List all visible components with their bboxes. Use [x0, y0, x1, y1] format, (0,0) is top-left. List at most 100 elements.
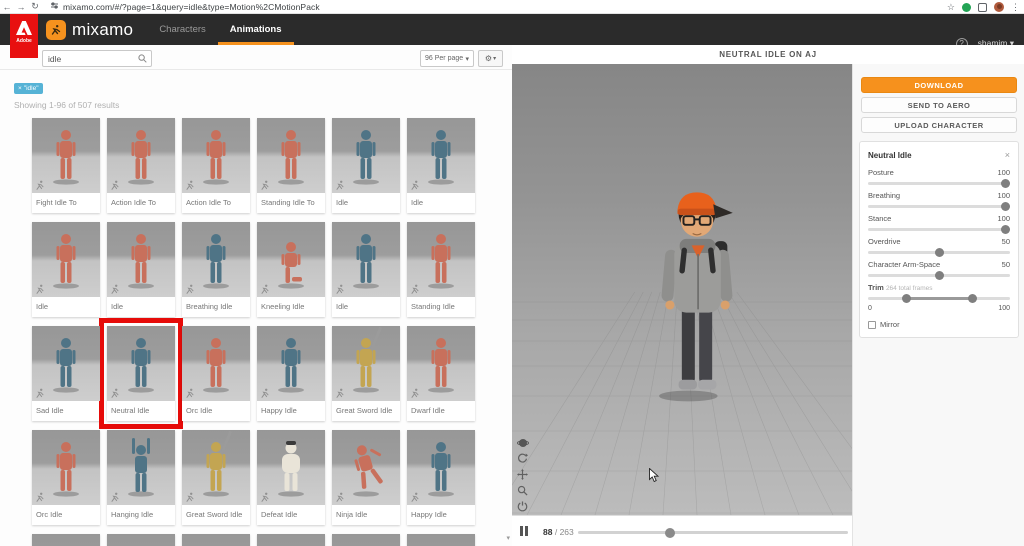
animation-card[interactable]: Defeat Idle [257, 430, 325, 525]
animation-thumbnail [257, 534, 325, 546]
animation-card[interactable]: Kneeling Idle [257, 222, 325, 317]
animation-card[interactable]: Sad Idle [32, 326, 100, 421]
animation-thumbnail [332, 222, 400, 297]
animation-card[interactable]: Orc Idle [182, 326, 250, 421]
back-icon[interactable]: ← [0, 2, 14, 12]
animation-card[interactable]: Breathing Idle [182, 222, 250, 317]
animation-card[interactable]: Hanging Idle [107, 430, 175, 525]
animation-card-partial[interactable] [257, 534, 325, 546]
trim-track[interactable] [868, 297, 1010, 300]
slider-handle[interactable] [1001, 225, 1010, 234]
animation-card[interactable]: Fight Idle To [32, 118, 100, 213]
animation-card-label: Hanging Idle [107, 505, 175, 525]
browser-menu-icon[interactable]: ⋮ [1011, 2, 1020, 13]
filter-tag-idle[interactable]: × "idle" [14, 83, 43, 94]
animation-card[interactable]: Happy Idle [257, 326, 325, 421]
download-button[interactable]: DOWNLOAD [861, 77, 1017, 93]
main-nav: Characters Animations [147, 14, 293, 45]
animation-card-partial[interactable] [332, 534, 400, 546]
animation-card[interactable]: Dwarf Idle [407, 326, 475, 421]
animation-card[interactable]: Great Sword Idle [332, 326, 400, 421]
animation-card-partial[interactable] [407, 534, 475, 546]
animation-thumbnail [107, 534, 175, 546]
timeline-handle[interactable] [665, 528, 675, 538]
mirror-option[interactable]: Mirror [868, 320, 1010, 329]
animation-card-label: Action Idle To [182, 193, 250, 213]
close-icon: × [18, 85, 22, 92]
animation-card-partial[interactable] [182, 534, 250, 546]
animation-card[interactable]: Standing Idle [407, 222, 475, 317]
slider-track[interactable] [868, 205, 1010, 208]
slider-handle[interactable] [1001, 202, 1010, 211]
mixamo-logo[interactable]: mixamo [46, 20, 133, 40]
animation-thumbnail [332, 118, 400, 193]
reset-camera-icon[interactable] [516, 500, 529, 513]
animation-thumbnail [407, 326, 475, 401]
rotate-icon[interactable] [516, 452, 529, 465]
animation-card[interactable]: Happy Idle [407, 430, 475, 525]
forward-icon[interactable]: → [14, 2, 28, 12]
trim-start-handle[interactable] [902, 294, 911, 303]
slider-handle[interactable] [935, 271, 944, 280]
trim-slider-row: Trim 264 total frames 0 100 [868, 283, 1010, 312]
animation-card-label: Kneeling Idle [257, 297, 325, 317]
upload-character-button[interactable]: UPLOAD CHARACTER [861, 117, 1017, 133]
viewport-3d[interactable] [512, 64, 852, 515]
animation-card[interactable]: Great Sword Idle [182, 430, 250, 525]
animation-card[interactable]: Idle [32, 222, 100, 317]
animation-card[interactable]: Action Idle To [182, 118, 250, 213]
search-input[interactable] [43, 54, 138, 64]
slider-handle[interactable] [935, 248, 944, 257]
slider-track[interactable] [868, 182, 1010, 185]
animation-thumbnail [182, 222, 250, 297]
extensions-icon[interactable] [978, 3, 987, 12]
animation-card[interactable]: Idle [332, 118, 400, 213]
slider-track[interactable] [868, 274, 1010, 277]
pause-button[interactable] [520, 525, 532, 537]
animation-card[interactable]: Standing Idle To [257, 118, 325, 213]
address-bar[interactable]: mixamo.com/#/?page=1&query=idle&type=Mot… [63, 2, 320, 12]
scrollbar-down-arrow[interactable]: ▾ [506, 534, 510, 542]
extension-green-icon[interactable] [962, 3, 971, 12]
slider-track[interactable] [868, 228, 1010, 231]
site-info-icon[interactable] [50, 1, 59, 12]
animation-card-label: Idle [332, 297, 400, 317]
slider-value: 50 [1002, 237, 1010, 247]
animation-card[interactable]: Idle [407, 118, 475, 213]
tab-characters[interactable]: Characters [147, 14, 217, 45]
animation-card-partial[interactable] [32, 534, 100, 546]
animation-card[interactable]: Action Idle To [107, 118, 175, 213]
animation-card[interactable]: Ninja Idle [332, 430, 400, 525]
per-page-select[interactable]: 96 Per page ▾ [420, 50, 474, 67]
slider-row: Stance100 [868, 214, 1010, 231]
search-icon[interactable] [138, 50, 147, 68]
close-icon[interactable]: × [1005, 150, 1010, 160]
tab-animations[interactable]: Animations [218, 14, 294, 45]
slider-track[interactable] [868, 251, 1010, 254]
animation-card-partial[interactable] [107, 534, 175, 546]
send-to-aero-button[interactable]: SEND TO AERO [861, 97, 1017, 113]
pan-icon[interactable] [516, 468, 529, 481]
animation-card-label: Idle [332, 193, 400, 213]
animation-card-label: Action Idle To [107, 193, 175, 213]
adobe-logo[interactable]: Adobe [10, 14, 38, 58]
animation-card-selected[interactable]: Neutral Idle [107, 326, 175, 421]
animation-card[interactable]: Idle [332, 222, 400, 317]
animation-card[interactable]: Idle [107, 222, 175, 317]
search-row: 96 Per page ▾ ⚙ ▾ [0, 45, 512, 70]
orbit-icon[interactable] [516, 436, 529, 449]
timeline-slider[interactable] [578, 531, 848, 534]
bookmark-star-icon[interactable]: ☆ [947, 2, 955, 13]
reload-icon[interactable]: ↻ [28, 1, 42, 12]
mirror-checkbox[interactable] [868, 321, 876, 329]
zoom-icon[interactable] [516, 484, 529, 497]
settings-gear-button[interactable]: ⚙ ▾ [478, 50, 503, 67]
trim-end-handle[interactable] [968, 294, 977, 303]
browser-profile-avatar[interactable] [994, 2, 1004, 12]
slider-row: Overdrive50 [868, 237, 1010, 254]
animation-card[interactable]: Orc Idle [32, 430, 100, 525]
slider-handle[interactable] [1001, 179, 1010, 188]
animation-thumbnail [32, 534, 100, 546]
animation-thumbnail [182, 534, 250, 546]
animation-card-label: Idle [107, 297, 175, 317]
